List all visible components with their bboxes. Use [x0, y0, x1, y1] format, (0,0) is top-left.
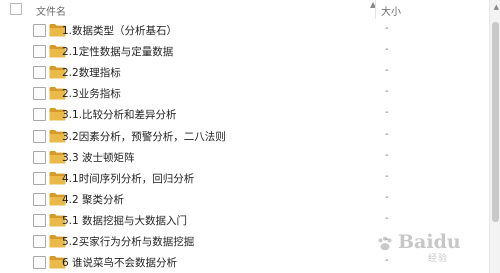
row-checkbox[interactable]: [33, 235, 46, 248]
file-size: -: [385, 128, 389, 140]
file-size: -: [385, 86, 389, 98]
file-size: -: [385, 107, 389, 119]
file-size: -: [385, 212, 389, 224]
scrollbar[interactable]: ▲: [489, 0, 500, 273]
file-name[interactable]: 5.2买家行为分析与数据挖掘: [62, 234, 194, 249]
file-name[interactable]: 3.1.比较分析和差异分析: [62, 107, 177, 122]
column-header: 文件名 ▲ 大小: [0, 0, 500, 20]
column-separator[interactable]: [375, 0, 376, 19]
file-name[interactable]: 5.1 数据挖掘与大数据入门: [62, 213, 187, 228]
row-checkbox[interactable]: [33, 87, 46, 101]
list-item[interactable]: 2.2数理指标 -: [0, 62, 490, 83]
file-name[interactable]: 3.2因素分析，预警分析，二八法则: [62, 129, 226, 144]
header-size[interactable]: 大小: [381, 3, 401, 18]
row-checkbox[interactable]: [33, 129, 46, 143]
row-checkbox[interactable]: [33, 108, 46, 122]
file-size: -: [385, 170, 389, 182]
watermark-sub: 经验: [428, 254, 449, 264]
file-name[interactable]: 2.3业务指标: [62, 86, 121, 101]
file-size: -: [385, 44, 389, 56]
select-all-checkbox[interactable]: [10, 3, 22, 15]
list-item[interactable]: 3.3 波士顿矩阵 -: [0, 147, 490, 168]
scrollbar-thumb[interactable]: [492, 22, 499, 222]
row-checkbox[interactable]: [33, 171, 46, 185]
list-item[interactable]: 3.1.比较分析和差异分析 -: [0, 104, 490, 125]
list-item[interactable]: 5.1 数据挖掘与大数据入门 -: [0, 210, 490, 231]
file-name[interactable]: 4.2 聚类分析: [62, 192, 124, 207]
file-name[interactable]: 4.1时间序列分析，回归分析: [62, 171, 194, 186]
list-item[interactable]: 3.2因素分析，预警分析，二八法则 -: [0, 126, 490, 147]
file-name[interactable]: 6 谁说菜鸟不会数据分析: [62, 255, 177, 270]
row-checkbox[interactable]: [33, 213, 46, 227]
file-size: -: [385, 149, 389, 161]
file-name[interactable]: 3.3 波士顿矩阵: [62, 150, 135, 165]
list-item[interactable]: 4.1时间序列分析，回归分析 -: [0, 168, 490, 189]
file-name[interactable]: 2.1定性数据与定量数据: [62, 44, 173, 59]
row-checkbox[interactable]: [33, 24, 46, 37]
row-checkbox[interactable]: [33, 256, 46, 270]
row-checkbox[interactable]: [33, 192, 46, 206]
file-name[interactable]: 2.2数理指标: [62, 65, 121, 80]
row-checkbox[interactable]: [33, 45, 46, 59]
list-item[interactable]: 2.1定性数据与定量数据 -: [0, 41, 490, 62]
scroll-up-icon[interactable]: ▲: [494, 3, 499, 11]
row-checkbox[interactable]: [33, 66, 46, 80]
file-size: -: [385, 191, 389, 203]
header-filename[interactable]: 文件名: [36, 3, 66, 18]
list-item[interactable]: 4.2 聚类分析 -: [0, 189, 490, 210]
row-checkbox[interactable]: [33, 150, 46, 164]
file-size: -: [385, 23, 389, 34]
list-item[interactable]: 2.3业务指标 -: [0, 83, 490, 104]
file-size: -: [385, 65, 389, 77]
file-name[interactable]: 1.数据类型（分析基石）: [62, 23, 177, 38]
watermark-brand: Baidu: [398, 231, 461, 253]
watermark: Baidu 经验: [370, 229, 480, 269]
baidu-paw-icon: [378, 236, 392, 251]
list-item[interactable]: 1.数据类型（分析基石） -: [0, 20, 490, 41]
